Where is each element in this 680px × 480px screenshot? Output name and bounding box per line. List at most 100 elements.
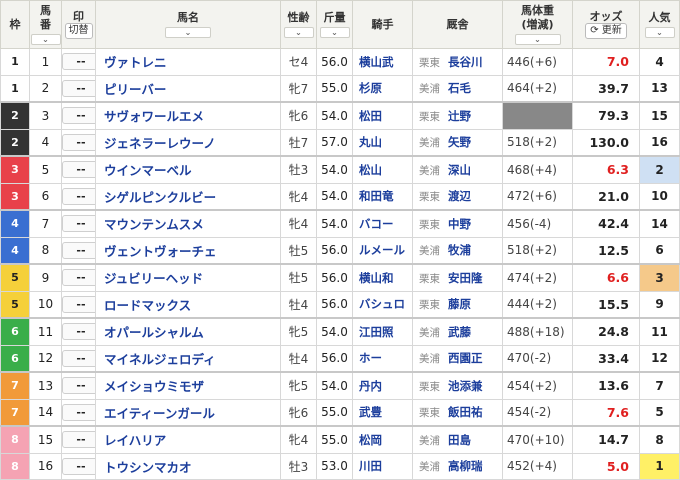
trainer-link[interactable]: 田島 <box>448 433 471 447</box>
horse-name-link[interactable]: ヴァトレニ <box>95 48 281 76</box>
sort-popularity-button[interactable]: ⌄ <box>644 26 675 38</box>
jockey-link[interactable]: バシュロ <box>352 290 413 319</box>
horse-name-link[interactable]: マイネルジェロディ <box>95 344 281 373</box>
header-body-weight[interactable]: 馬体重 (増減) ⌄ <box>502 0 573 49</box>
jockey-link[interactable]: 松田 <box>352 101 413 130</box>
horse-name-link[interactable]: マウンテンムスメ <box>95 209 281 238</box>
trainer-link[interactable]: 牧浦 <box>448 243 471 257</box>
horse-name-link[interactable]: レイハリア <box>95 425 281 454</box>
horse-name-link[interactable]: ロードマックス <box>95 290 281 319</box>
sort-umaban-button[interactable]: ⌄ <box>30 33 61 45</box>
mark-select-button[interactable]: -- <box>62 457 95 475</box>
horse-name-link[interactable]: オパールシャルム <box>95 317 281 346</box>
horse-name-link[interactable]: ピリーバー <box>95 74 281 103</box>
horse-name-link[interactable]: トウシンマカオ <box>95 452 281 480</box>
jockey-link[interactable]: 川田 <box>352 452 413 480</box>
sexage-cell: 牝7 <box>280 74 317 103</box>
mark-toggle-button[interactable]: 切替 <box>64 23 93 40</box>
jockey-link[interactable]: 松山 <box>352 155 413 184</box>
mark-cell: -- <box>61 48 96 76</box>
stable-cell: 美浦 矢野 <box>412 128 503 157</box>
mark-select-button[interactable]: -- <box>62 377 95 395</box>
sort-body-weight-button[interactable]: ⌄ <box>514 33 561 45</box>
header-popularity[interactable]: 人気 ⌄ <box>639 0 680 49</box>
trainer-link[interactable]: 西園正 <box>448 351 483 365</box>
header-weight[interactable]: 斤量 ⌄ <box>316 0 353 49</box>
stable-area: 美浦 <box>419 461 440 474</box>
mark-select-button[interactable]: -- <box>62 161 95 179</box>
header-umaban[interactable]: 馬 番 ⌄ <box>29 0 62 49</box>
trainer-link[interactable]: 渡辺 <box>448 189 471 203</box>
jockey-link[interactable]: 丹内 <box>352 371 413 400</box>
trainer-link[interactable]: 辻野 <box>448 109 471 123</box>
trainer-link[interactable]: 中野 <box>448 217 471 231</box>
popularity-cell: 8 <box>639 425 680 454</box>
mark-select-button[interactable]: -- <box>62 431 95 449</box>
horse-name-link[interactable]: ウインマーベル <box>95 155 281 184</box>
trainer-link[interactable]: 武藤 <box>448 325 471 339</box>
weight-cell: 55.0 <box>316 74 353 103</box>
mark-select-button[interactable]: -- <box>62 241 95 259</box>
horse-name-link[interactable]: ジュビリーヘッド <box>95 263 281 292</box>
mark-select-button[interactable]: -- <box>62 133 95 151</box>
jockey-link[interactable]: ホー <box>352 344 413 373</box>
sexage-cell: 牝6 <box>280 101 317 130</box>
trainer-link[interactable]: 飯田祐 <box>448 405 483 419</box>
horse-name-link[interactable]: ヴェントヴォーチェ <box>95 236 281 265</box>
horse-name-link[interactable]: シゲルピンクルビー <box>95 182 281 211</box>
trainer-link[interactable]: 長谷川 <box>448 55 483 69</box>
horse-name-link[interactable]: エイティーンガール <box>95 398 281 427</box>
horse-name-link[interactable]: ジェネラーレウーノ <box>95 128 281 157</box>
mark-select-button[interactable]: -- <box>62 187 95 205</box>
header-waku: 枠 <box>0 0 30 49</box>
trainer-link[interactable]: 石毛 <box>448 81 471 95</box>
sort-weight-button[interactable]: ⌄ <box>319 26 350 38</box>
jockey-link[interactable]: 武豊 <box>352 398 413 427</box>
odds-refresh-button[interactable]: ⟳ 更新 <box>585 23 627 40</box>
horse-name-link[interactable]: メイショウミモザ <box>95 371 281 400</box>
jockey-link[interactable]: 杉原 <box>352 74 413 103</box>
trainer-link[interactable]: 矢野 <box>448 135 471 149</box>
horse-name-link[interactable]: サヴォワールエメ <box>95 101 281 130</box>
jockey-link[interactable]: 丸山 <box>352 128 413 157</box>
weight-cell: 54.0 <box>316 155 353 184</box>
popularity-cell: 2 <box>639 155 680 184</box>
sort-sexage-button[interactable]: ⌄ <box>283 26 314 38</box>
jockey-link[interactable]: ルメール <box>352 236 413 265</box>
trainer-link[interactable]: 深山 <box>448 163 471 177</box>
mark-select-button[interactable]: -- <box>62 403 95 421</box>
mark-select-button[interactable]: -- <box>62 295 95 313</box>
body-weight-cell: 456(-4) <box>502 209 573 238</box>
mark-cell: -- <box>61 74 96 103</box>
waku-cell: 5 <box>0 263 30 292</box>
mark-select-button[interactable]: -- <box>62 215 95 233</box>
popularity-cell: 1 <box>639 452 680 480</box>
waku-cell: 6 <box>0 317 30 346</box>
mark-select-button[interactable]: -- <box>62 323 95 341</box>
body-weight-cell: 464(+2) <box>502 74 573 103</box>
popularity-cell: 10 <box>639 182 680 211</box>
jockey-link[interactable]: 松岡 <box>352 425 413 454</box>
sort-name-button[interactable]: ⌄ <box>165 26 211 38</box>
jockey-link[interactable]: 横山武 <box>352 48 413 76</box>
header-sexage[interactable]: 性齢 ⌄ <box>280 0 317 49</box>
stable-cell: 美浦 高柳瑞 <box>412 452 503 480</box>
mark-select-button[interactable]: -- <box>62 349 95 367</box>
mark-select-button[interactable]: -- <box>62 53 95 71</box>
mark-select-button[interactable]: -- <box>62 79 95 97</box>
trainer-link[interactable]: 藤原 <box>448 297 471 311</box>
jockey-link[interactable]: 江田照 <box>352 317 413 346</box>
trainer-link[interactable]: 安田隆 <box>448 271 483 285</box>
trainer-link[interactable]: 高柳瑞 <box>448 459 483 473</box>
mark-select-button[interactable]: -- <box>62 107 95 125</box>
odds-cell: 21.0 <box>572 182 640 211</box>
trainer-link[interactable]: 池添兼 <box>448 379 483 393</box>
jockey-link[interactable]: バコー <box>352 209 413 238</box>
table-header-row: 枠 馬 番 ⌄ 印 切替 馬名 ⌄ 性齢 ⌄ 斤量 ⌄ 騎手 厩舎 馬体重 (増… <box>0 0 680 49</box>
mark-select-button[interactable]: -- <box>62 269 95 287</box>
header-jockey: 騎手 <box>352 0 413 49</box>
jockey-link[interactable]: 横山和 <box>352 263 413 292</box>
weight-cell: 56.0 <box>316 263 353 292</box>
header-name[interactable]: 馬名 ⌄ <box>95 0 281 49</box>
jockey-link[interactable]: 和田竜 <box>352 182 413 211</box>
